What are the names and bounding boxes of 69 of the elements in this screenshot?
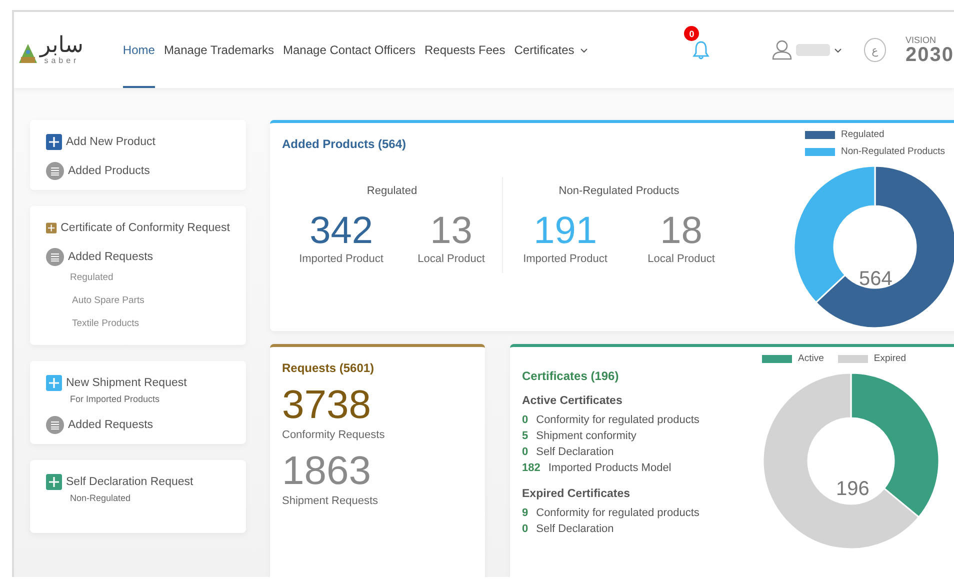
certificate-count: 5: [522, 429, 528, 444]
card-title: Certificates (196): [522, 369, 620, 383]
certificate-count: 0: [522, 445, 528, 460]
stat-label: Imported Product: [299, 253, 384, 265]
certificate-label: Imported Products Model: [548, 461, 672, 476]
certificate-count: 0: [522, 522, 528, 537]
donut-total: 564: [859, 268, 892, 291]
stat-value: 13: [430, 211, 472, 251]
certificate-label: Conformity for regulated products: [536, 506, 700, 521]
nav-link[interactable]: Manage Trademarks: [164, 12, 274, 88]
certificate-count: 182: [522, 461, 540, 476]
stat-label: Shipment Requests: [282, 495, 379, 507]
user-menu[interactable]: [772, 40, 842, 60]
vision-logo-title: VISION: [906, 36, 938, 44]
sidebar-link[interactable]: New Shipment Request: [66, 377, 187, 389]
sidebar-sub-link[interactable]: Regulated: [70, 272, 230, 283]
notification-count-badge: 0: [684, 26, 700, 41]
legend-label: Regulated: [840, 129, 884, 140]
nav-link[interactable]: Requests Fees: [424, 12, 506, 88]
language-button[interactable]: ع: [864, 38, 886, 62]
notification-bell-button[interactable]: 0: [684, 26, 710, 60]
blurred-username: [796, 44, 830, 56]
stat-label: Conformity Requests: [282, 429, 386, 441]
list-icon: [46, 248, 64, 266]
sidebar-sub-link[interactable]: Auto Spare Parts: [72, 295, 230, 306]
nav-link[interactable]: Certificates: [514, 12, 588, 88]
stat-label: Imported Product: [523, 253, 608, 265]
group-heading: Non-Regulated Products: [558, 185, 680, 197]
sidebar-note: Non-Regulated: [70, 493, 132, 503]
legend-label: Non-Regulated Products: [840, 146, 946, 157]
sidebar-link[interactable]: Added Products: [68, 165, 150, 177]
certificate-label: Conformity for regulated products: [536, 413, 700, 428]
certificate-count: 9: [522, 506, 528, 521]
sidebar-link[interactable]: Certificate of Conformity Request: [60, 222, 230, 234]
sidebar-note: For Imported Products: [70, 394, 161, 404]
sidebar-link[interactable]: Add New Product: [66, 136, 156, 148]
caret-icon: [834, 48, 842, 52]
stat-label: Local Product: [418, 253, 485, 265]
donut-total: 196: [836, 478, 870, 501]
logo-arabic-text: سابر: [40, 35, 84, 57]
card-title: Requests (5601): [282, 361, 376, 375]
certificate-label: Self Declaration: [536, 445, 614, 460]
list-icon: [46, 162, 64, 180]
stat-label: Local Product: [648, 253, 715, 265]
section-heading: Expired Certificates: [522, 488, 632, 500]
sidebar-link[interactable]: Self Declaration Request: [66, 476, 194, 488]
certificate-count: 0: [522, 413, 528, 428]
stat-value: 18: [660, 211, 702, 251]
user-icon: [772, 40, 792, 60]
sidebar-sub-link[interactable]: Textile Products: [72, 318, 230, 329]
stat-value: 1863: [282, 449, 372, 493]
bell-icon: [692, 40, 710, 60]
list-icon: [46, 416, 64, 434]
certificate-label: Shipment conformity: [536, 429, 636, 444]
certificate-label: Self Declaration: [536, 522, 614, 537]
stat-value: 342: [310, 211, 373, 251]
logo-latin-text: saber: [44, 57, 80, 65]
card-title: Added Products (564): [282, 137, 408, 151]
group-heading: Regulated: [366, 185, 418, 197]
nav-link[interactable]: Manage Contact Officers: [283, 12, 416, 88]
sidebar-link[interactable]: Added Requests: [68, 251, 154, 263]
legend-label: Active: [798, 353, 824, 364]
vision-logo-year: 2030: [906, 44, 954, 64]
stat-value: 3738: [282, 383, 372, 427]
stat-value: 191: [534, 211, 597, 251]
section-heading: Active Certificates: [522, 395, 624, 407]
logo-emblem-icon: [18, 43, 38, 65]
legend-label: Expired: [874, 353, 906, 364]
sidebar-link[interactable]: Added Requests: [68, 419, 154, 431]
